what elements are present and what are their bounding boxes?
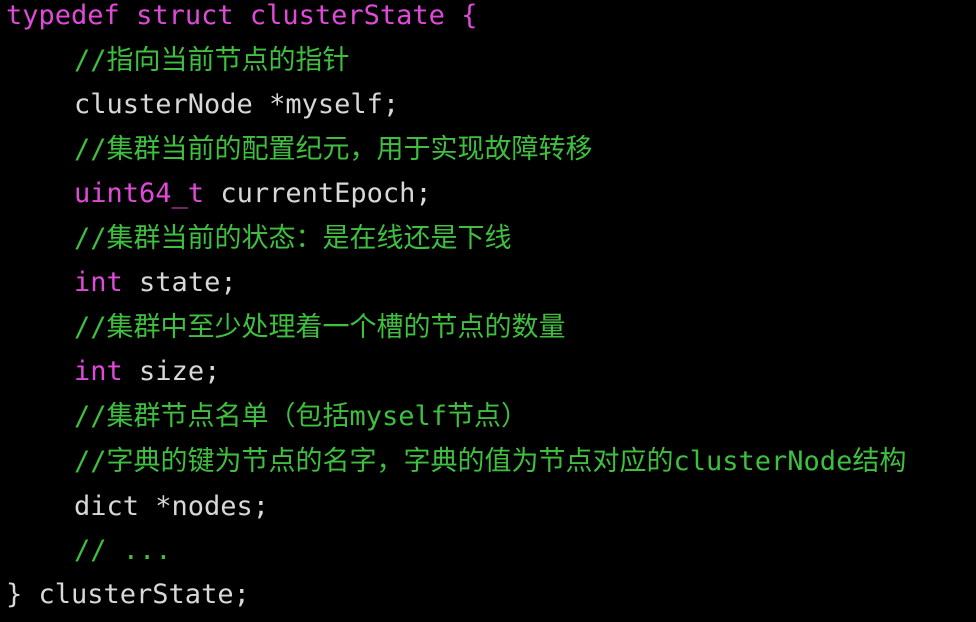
code-line-12: dict *nodes; xyxy=(6,485,269,529)
code-line-1: typedef struct clusterState { xyxy=(6,0,477,38)
code-line-3: clusterNode *myself; xyxy=(6,83,399,127)
struct-close: } clusterState; xyxy=(6,579,250,610)
comment: //集群当前的配置纪元，用于实现故障转移 xyxy=(74,134,593,165)
comment: //集群当前的状态：是在线还是下线 xyxy=(74,223,512,254)
comment: //集群中至少处理着一个槽的节点的数量 xyxy=(74,312,566,343)
code-line-9: int size; xyxy=(6,350,220,394)
code-line-4: //集群当前的配置纪元，用于实现故障转移 xyxy=(6,128,593,172)
struct-name: clusterState { xyxy=(249,0,478,31)
comment: //字典的键为节点的名字，字典的值为节点对应的clusterNode结构 xyxy=(74,446,907,477)
code-line-11: //字典的键为节点的名字，字典的值为节点对应的clusterNode结构 xyxy=(6,440,906,484)
code-editor: typedef struct clusterState { //指向当前节点的指… xyxy=(0,0,976,622)
type-keyword: uint64_t xyxy=(74,178,205,209)
type-keyword: int xyxy=(74,267,123,298)
code-line-14: } clusterState; xyxy=(6,573,250,617)
code-line-6: //集群当前的状态：是在线还是下线 xyxy=(6,217,512,261)
code-line-13: // ... xyxy=(6,529,172,573)
field-declaration: state; xyxy=(139,267,237,298)
field-declaration: size; xyxy=(139,356,221,387)
comment: //集群节点名单（包括myself节点） xyxy=(74,401,529,432)
comment: // ... xyxy=(74,535,172,566)
keyword-struct: struct xyxy=(136,0,234,31)
field-declaration: dict *nodes; xyxy=(74,491,270,522)
comment: //指向当前节点的指针 xyxy=(74,45,350,76)
code-line-7: int state; xyxy=(6,261,237,305)
field-declaration: clusterNode *myself; xyxy=(74,89,400,120)
code-line-5: uint64_t currentEpoch; xyxy=(6,172,432,216)
keyword-typedef: typedef xyxy=(6,0,120,31)
field-declaration: currentEpoch; xyxy=(220,178,432,209)
type-keyword: int xyxy=(74,356,123,387)
code-line-8: //集群中至少处理着一个槽的节点的数量 xyxy=(6,306,566,350)
code-line-2: //指向当前节点的指针 xyxy=(6,39,350,83)
code-line-10: //集群节点名单（包括myself节点） xyxy=(6,395,528,439)
